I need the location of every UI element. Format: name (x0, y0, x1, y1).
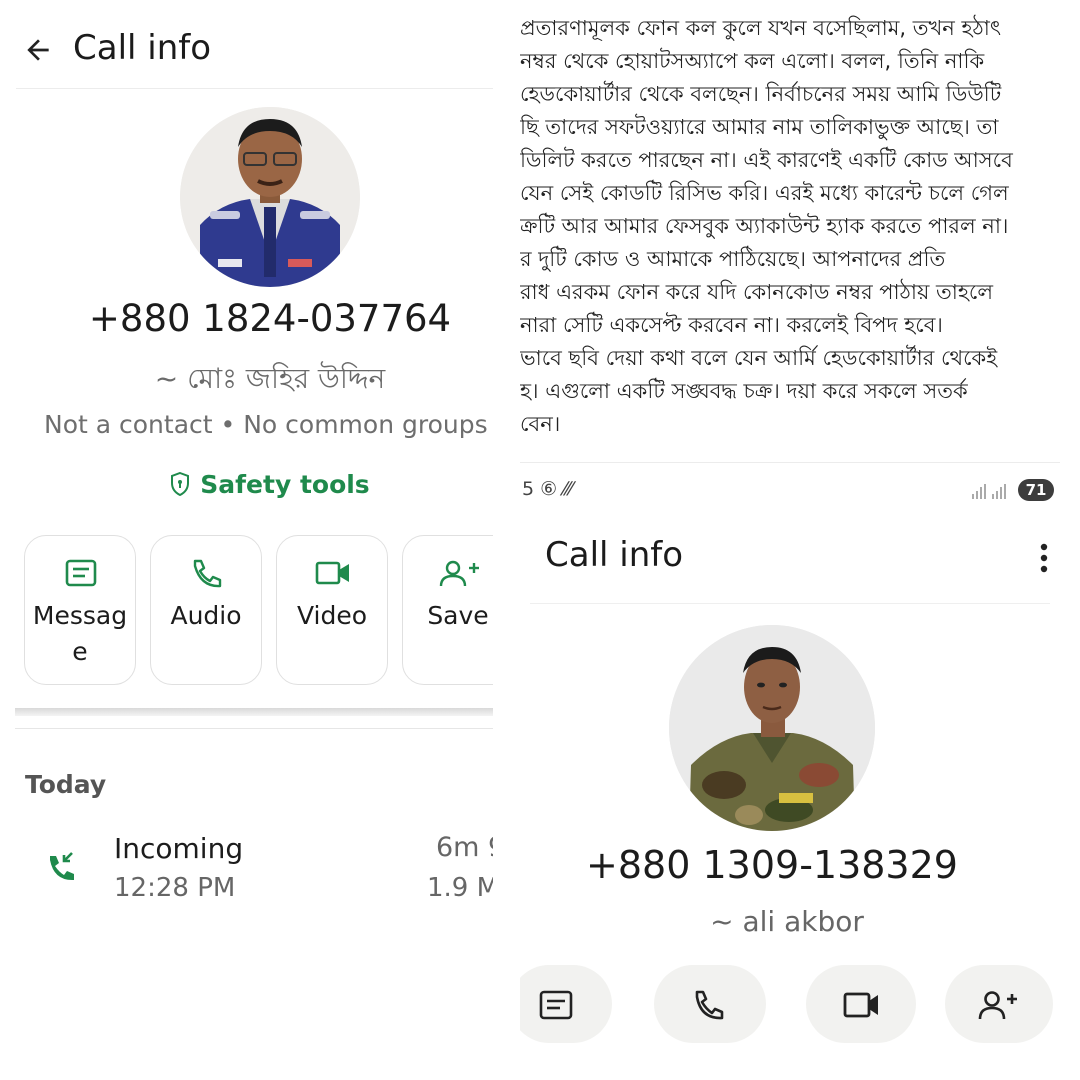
status-bar: 5 ⑥ ⁄⁄⁄ 71 (520, 478, 1060, 504)
message-button[interactable] (520, 965, 612, 1043)
status-icons: 5 ⑥ ⁄⁄⁄ (522, 478, 573, 500)
left-call-info-screen: Call info +880 1824-037764 ~ মোঃ জহির উদ… (0, 0, 493, 1080)
avatar[interactable] (669, 625, 875, 831)
video-call-button[interactable]: Video (276, 535, 388, 685)
profile-photo (180, 107, 360, 287)
contact-alias: ~ ali akbor (710, 905, 864, 938)
phone-icon (193, 559, 222, 588)
page-title: Call info (73, 28, 212, 68)
profile-photo (669, 625, 875, 831)
post-text: প্রতারণামূলক ফোন কল কুলে যখন বসেছিলাম, ত… (520, 12, 1080, 441)
avatar[interactable] (180, 107, 360, 287)
message-icon (65, 559, 97, 587)
post-line: ভাবে ছবি দেয়া কথা বলে যেন আর্মি হেডকোয়… (520, 346, 998, 370)
incoming-call-icon (50, 852, 74, 881)
divider (16, 88, 493, 89)
post-line: ক্রটি আর আমার ফেসবুক অ্যাকাউন্ট হ্যাক কর… (520, 214, 1009, 238)
divider (520, 462, 1060, 463)
post-line: রাধ এরকম ফোন করে যদি কোনকোড নম্বর পাঠায়… (520, 280, 993, 304)
post-line: বেন। (520, 412, 561, 436)
phone-number: +880 1309-138329 (586, 843, 958, 887)
battery-badge: 71 (1018, 479, 1054, 501)
video-icon (843, 992, 878, 1018)
message-button[interactable]: Message (24, 535, 136, 685)
call-type: Incoming (114, 832, 244, 865)
post-line: নারা সেটি একসেপ্ট করবেন না। করলেই বিপদ হ… (520, 313, 943, 337)
contact-meta: Not a contact • No common groups (44, 410, 488, 439)
right-call-info-screen: প্রতারণামূলক ফোন কল কুলে যখন বসেছিলাম, ত… (520, 0, 1080, 1080)
message-label: Message (32, 601, 128, 666)
divider (15, 728, 493, 729)
call-data-size: 1.9 M (427, 873, 493, 903)
post-line: যেন সেই কোডটি রিসিভ করি। এরই মধ্যে কারেন… (520, 181, 1009, 205)
add-contact-button[interactable] (945, 965, 1053, 1043)
contact-alias: ~ মোঃ জহির উদ্দিন (154, 362, 386, 395)
app-bar: Call info (0, 22, 493, 78)
post-line: নম্বর থেকে হোয়াটসঅ্যাপে কল এলো। বলল, তি… (520, 49, 985, 73)
message-icon (539, 990, 573, 1020)
post-line: হেডকোয়ার্টার থেকে বলছেন। নির্বাচনের সময… (520, 82, 1002, 106)
phone-number: +880 1824-037764 (88, 297, 452, 340)
post-line: ডিলিট করতে পারছেন না। এই কারণেই একটি কোড… (520, 148, 1013, 172)
post-line: প্রতারণামূলক ফোন কল কুলে যখন বসেছিলাম, ত… (520, 16, 1002, 40)
shield-icon (171, 471, 190, 497)
video-call-button[interactable] (806, 965, 916, 1043)
save-label: Save (427, 601, 489, 630)
call-duration: 6m 9 (436, 832, 493, 863)
video-icon (315, 561, 349, 585)
save-contact-button[interactable]: Save (402, 535, 493, 685)
divider (530, 603, 1050, 604)
post-line: হ। এগুলো একটি সঙ্ঘবদ্ধ চক্র। দয়া করে সক… (520, 379, 968, 403)
safety-tools-link[interactable]: Safety tools (0, 470, 493, 499)
add-contact-icon (439, 560, 479, 587)
audio-call-button[interactable] (654, 965, 766, 1043)
audio-call-button[interactable]: Audio (150, 535, 262, 685)
more-options-icon[interactable] (1034, 542, 1054, 574)
back-arrow-icon[interactable] (22, 34, 54, 66)
phone-icon (695, 990, 724, 1020)
video-label: Video (296, 601, 368, 630)
audio-label: Audio (170, 601, 242, 630)
post-line: র দুটি কোড ও আমাকে পাঠিয়েছে। আপনাদের প্… (520, 247, 946, 271)
add-contact-icon (978, 991, 1017, 1020)
section-shadow (15, 708, 493, 716)
safety-tools-label: Safety tools (200, 470, 370, 499)
history-heading: Today (25, 770, 107, 799)
post-line: ছি তাদের সফটওয়্যারে আমার নাম তালিকাভুক্… (520, 115, 999, 139)
call-time: 12:28 PM (114, 873, 236, 903)
signal-icon (972, 484, 1006, 499)
page-title: Call info (545, 535, 684, 575)
